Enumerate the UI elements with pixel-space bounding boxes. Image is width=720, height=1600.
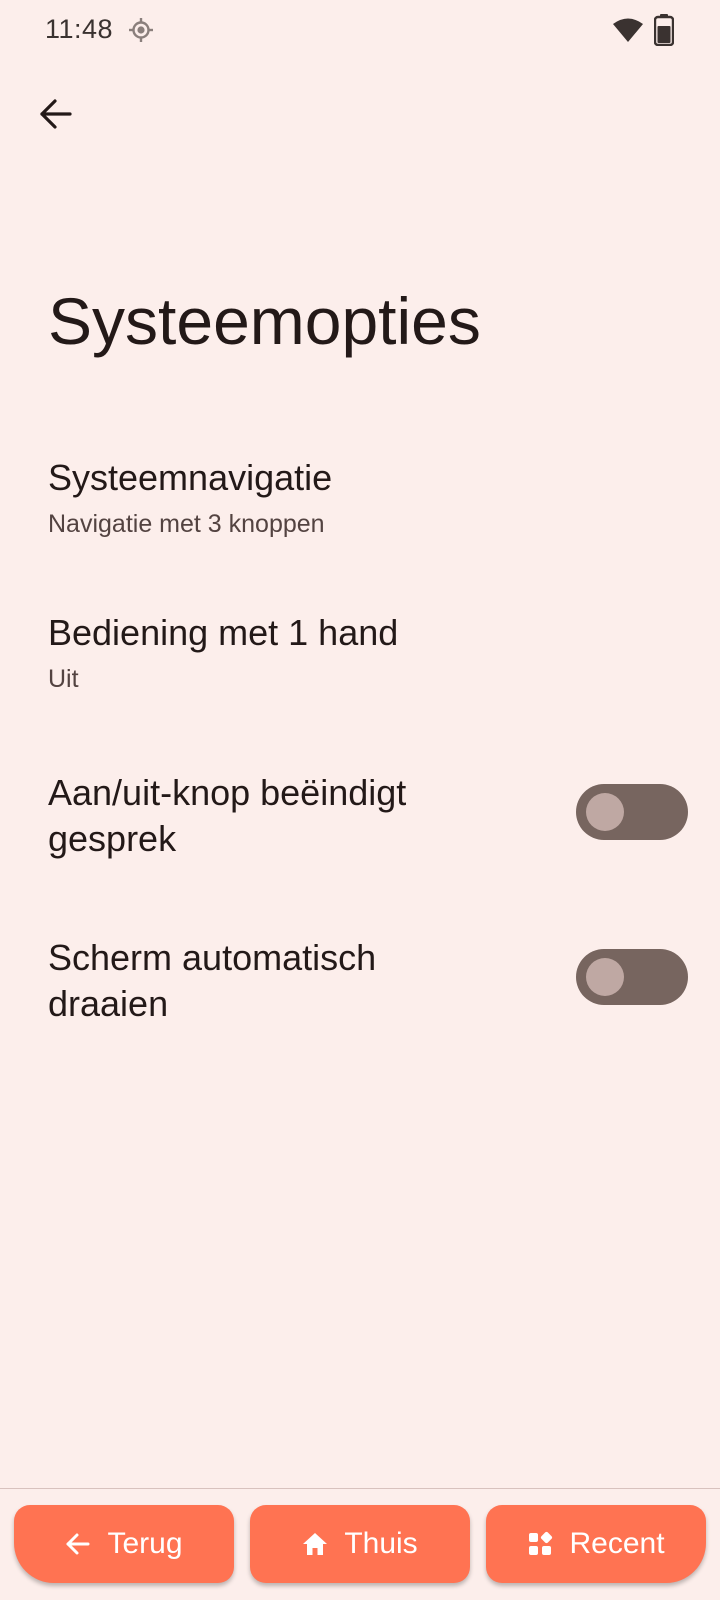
page-title: Systeemopties <box>48 284 481 358</box>
wifi-icon <box>612 16 644 44</box>
toggle-thumb <box>586 793 624 831</box>
setting-title: Scherm automatisch draaien <box>48 937 377 1024</box>
recent-apps-icon <box>527 1531 553 1557</box>
home-icon <box>302 1531 328 1557</box>
setting-one-handed-mode[interactable]: Bediening met 1 hand Uit <box>0 600 720 710</box>
back-button[interactable] <box>28 88 84 144</box>
nav-recent-button[interactable]: Recent <box>486 1505 706 1583</box>
nav-home-label: Thuis <box>344 1527 418 1560</box>
setting-summary: Uit <box>48 665 79 693</box>
setting-system-navigation[interactable]: Systeemnavigatie Navigatie met 3 knoppen <box>0 445 720 555</box>
location-icon <box>128 17 154 43</box>
nav-home-button[interactable]: Thuis <box>250 1505 470 1583</box>
setting-title: Bediening met 1 hand <box>48 612 399 653</box>
toggle-thumb <box>586 958 624 996</box>
status-bar: 11:48 <box>0 0 720 62</box>
arrow-left-icon <box>38 96 74 137</box>
auto-rotate-toggle[interactable] <box>576 949 688 1005</box>
setting-summary: Navigatie met 3 knoppen <box>48 510 325 538</box>
nav-back-label: Terug <box>107 1527 183 1560</box>
power-button-ends-call-toggle[interactable] <box>576 784 688 840</box>
setting-title: Systeemnavigatie <box>48 457 333 498</box>
nav-recent-label: Recent <box>569 1527 665 1560</box>
nav-back-button[interactable]: Terug <box>14 1505 234 1583</box>
setting-title: Aan/uit-knop beëindigt gesprek <box>48 772 407 859</box>
setting-power-button-ends-call[interactable]: Aan/uit-knop beëindigt gesprek <box>0 760 720 870</box>
arrow-left-icon <box>65 1531 91 1557</box>
status-time: 11:48 <box>45 14 114 44</box>
setting-auto-rotate-screen[interactable]: Scherm automatisch draaien <box>0 925 720 1035</box>
battery-icon <box>653 14 675 47</box>
